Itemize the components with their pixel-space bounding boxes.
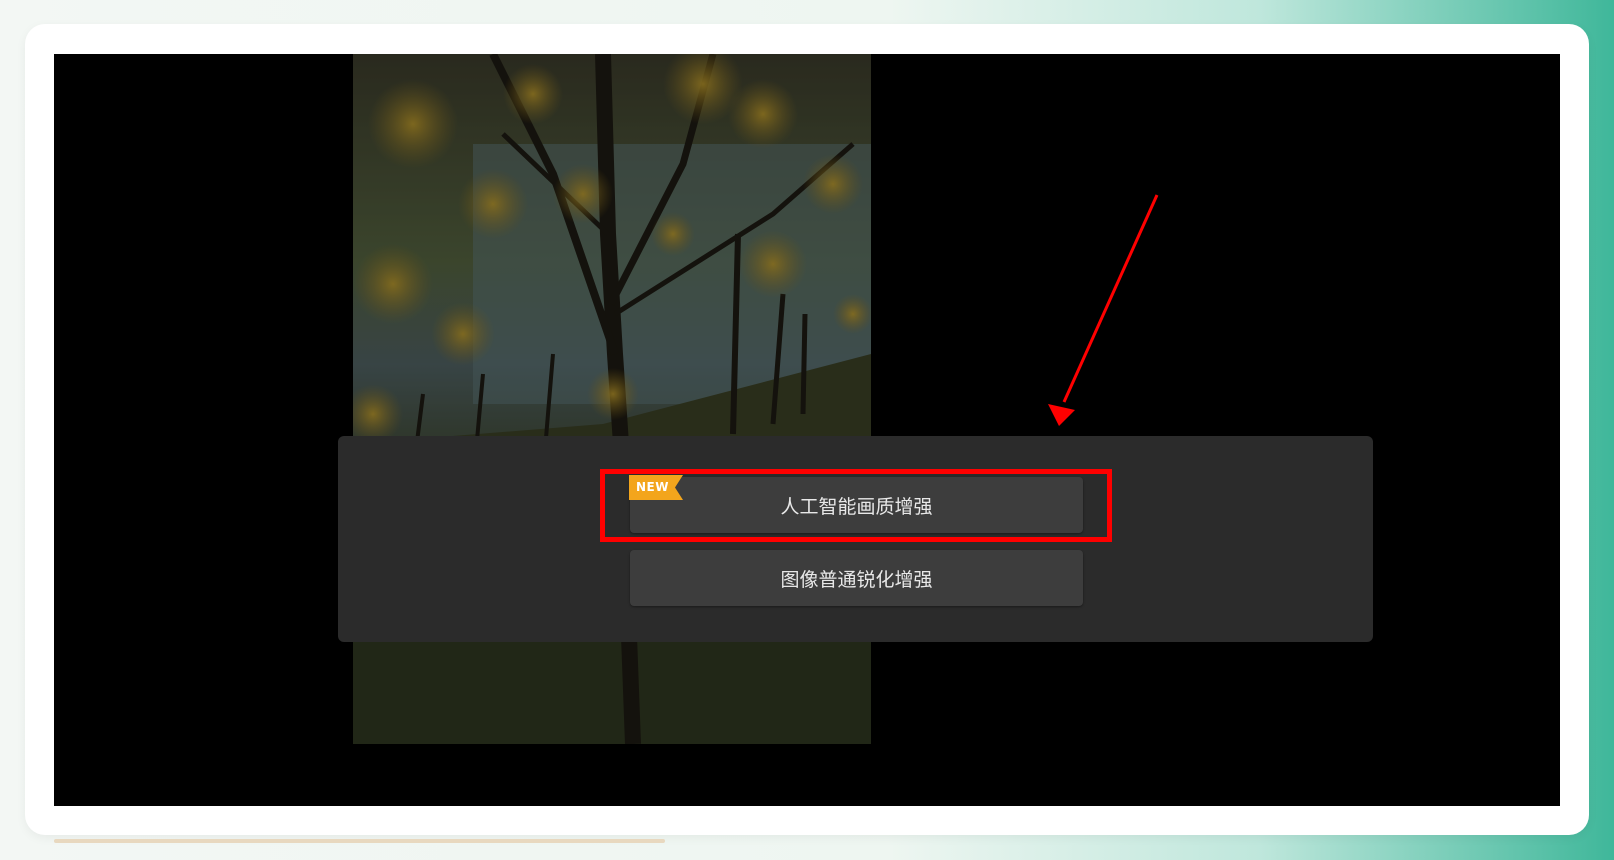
highlight-annotation-box xyxy=(600,469,1112,542)
decorative-strip xyxy=(54,839,665,843)
normal-sharpen-enhance-button[interactable]: 图像普通锐化增强 xyxy=(630,550,1083,606)
image-preview-area xyxy=(54,54,1560,806)
normal-sharpen-enhance-label: 图像普通锐化增强 xyxy=(780,568,933,591)
